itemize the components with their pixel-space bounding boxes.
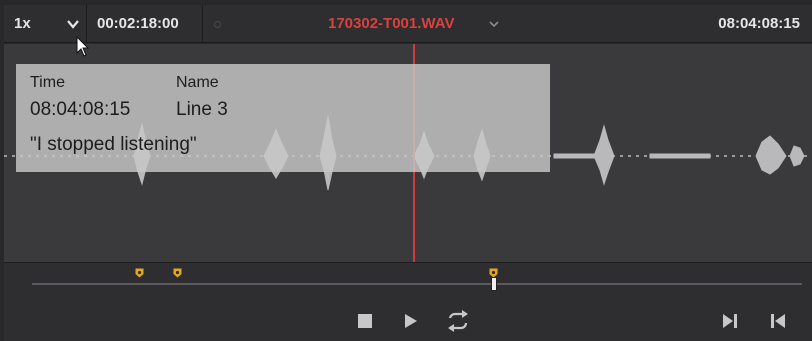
clip-name[interactable]: 170302-T001.WAV <box>328 5 454 43</box>
skip-forward-icon[interactable] <box>722 313 738 329</box>
tooltip-time-value: 08:04:08:15 <box>30 99 131 120</box>
tooltip-note: "I stopped listening" <box>30 134 197 155</box>
marker-icon[interactable] <box>173 268 182 278</box>
play-icon[interactable] <box>404 313 418 329</box>
scrub-handle[interactable] <box>491 277 497 291</box>
marker-tooltip: Time Name 08:04:08:15 Line 3 "I stopped … <box>16 64 550 172</box>
source-timecode: 00:02:18:00 <box>97 15 179 32</box>
chevron-down-icon[interactable] <box>66 17 80 31</box>
playback-speed[interactable]: 1x <box>14 5 31 43</box>
status-dot <box>214 21 221 28</box>
stop-icon[interactable] <box>357 313 373 329</box>
marker-strip[interactable] <box>4 262 812 341</box>
toolbar-divider <box>202 5 203 43</box>
viewer-toolbar: 1x 00:02:18:00 170302-T001.WAV 08:04:08:… <box>4 5 812 43</box>
marker-icon[interactable] <box>135 268 144 278</box>
audio-viewer: 1x 00:02:18:00 170302-T001.WAV 08:04:08:… <box>0 0 812 341</box>
skip-back-icon[interactable] <box>770 313 786 329</box>
scrub-bar[interactable] <box>32 283 802 285</box>
tooltip-time-header: Time <box>30 74 65 91</box>
chevron-down-icon[interactable] <box>488 18 500 30</box>
tooltip-name-header: Name <box>176 74 219 91</box>
loop-icon[interactable] <box>444 310 472 332</box>
tooltip-name-value: Line 3 <box>176 99 228 120</box>
mouse-pointer-icon <box>76 36 90 57</box>
record-timecode: 08:04:08:15 <box>718 15 800 32</box>
